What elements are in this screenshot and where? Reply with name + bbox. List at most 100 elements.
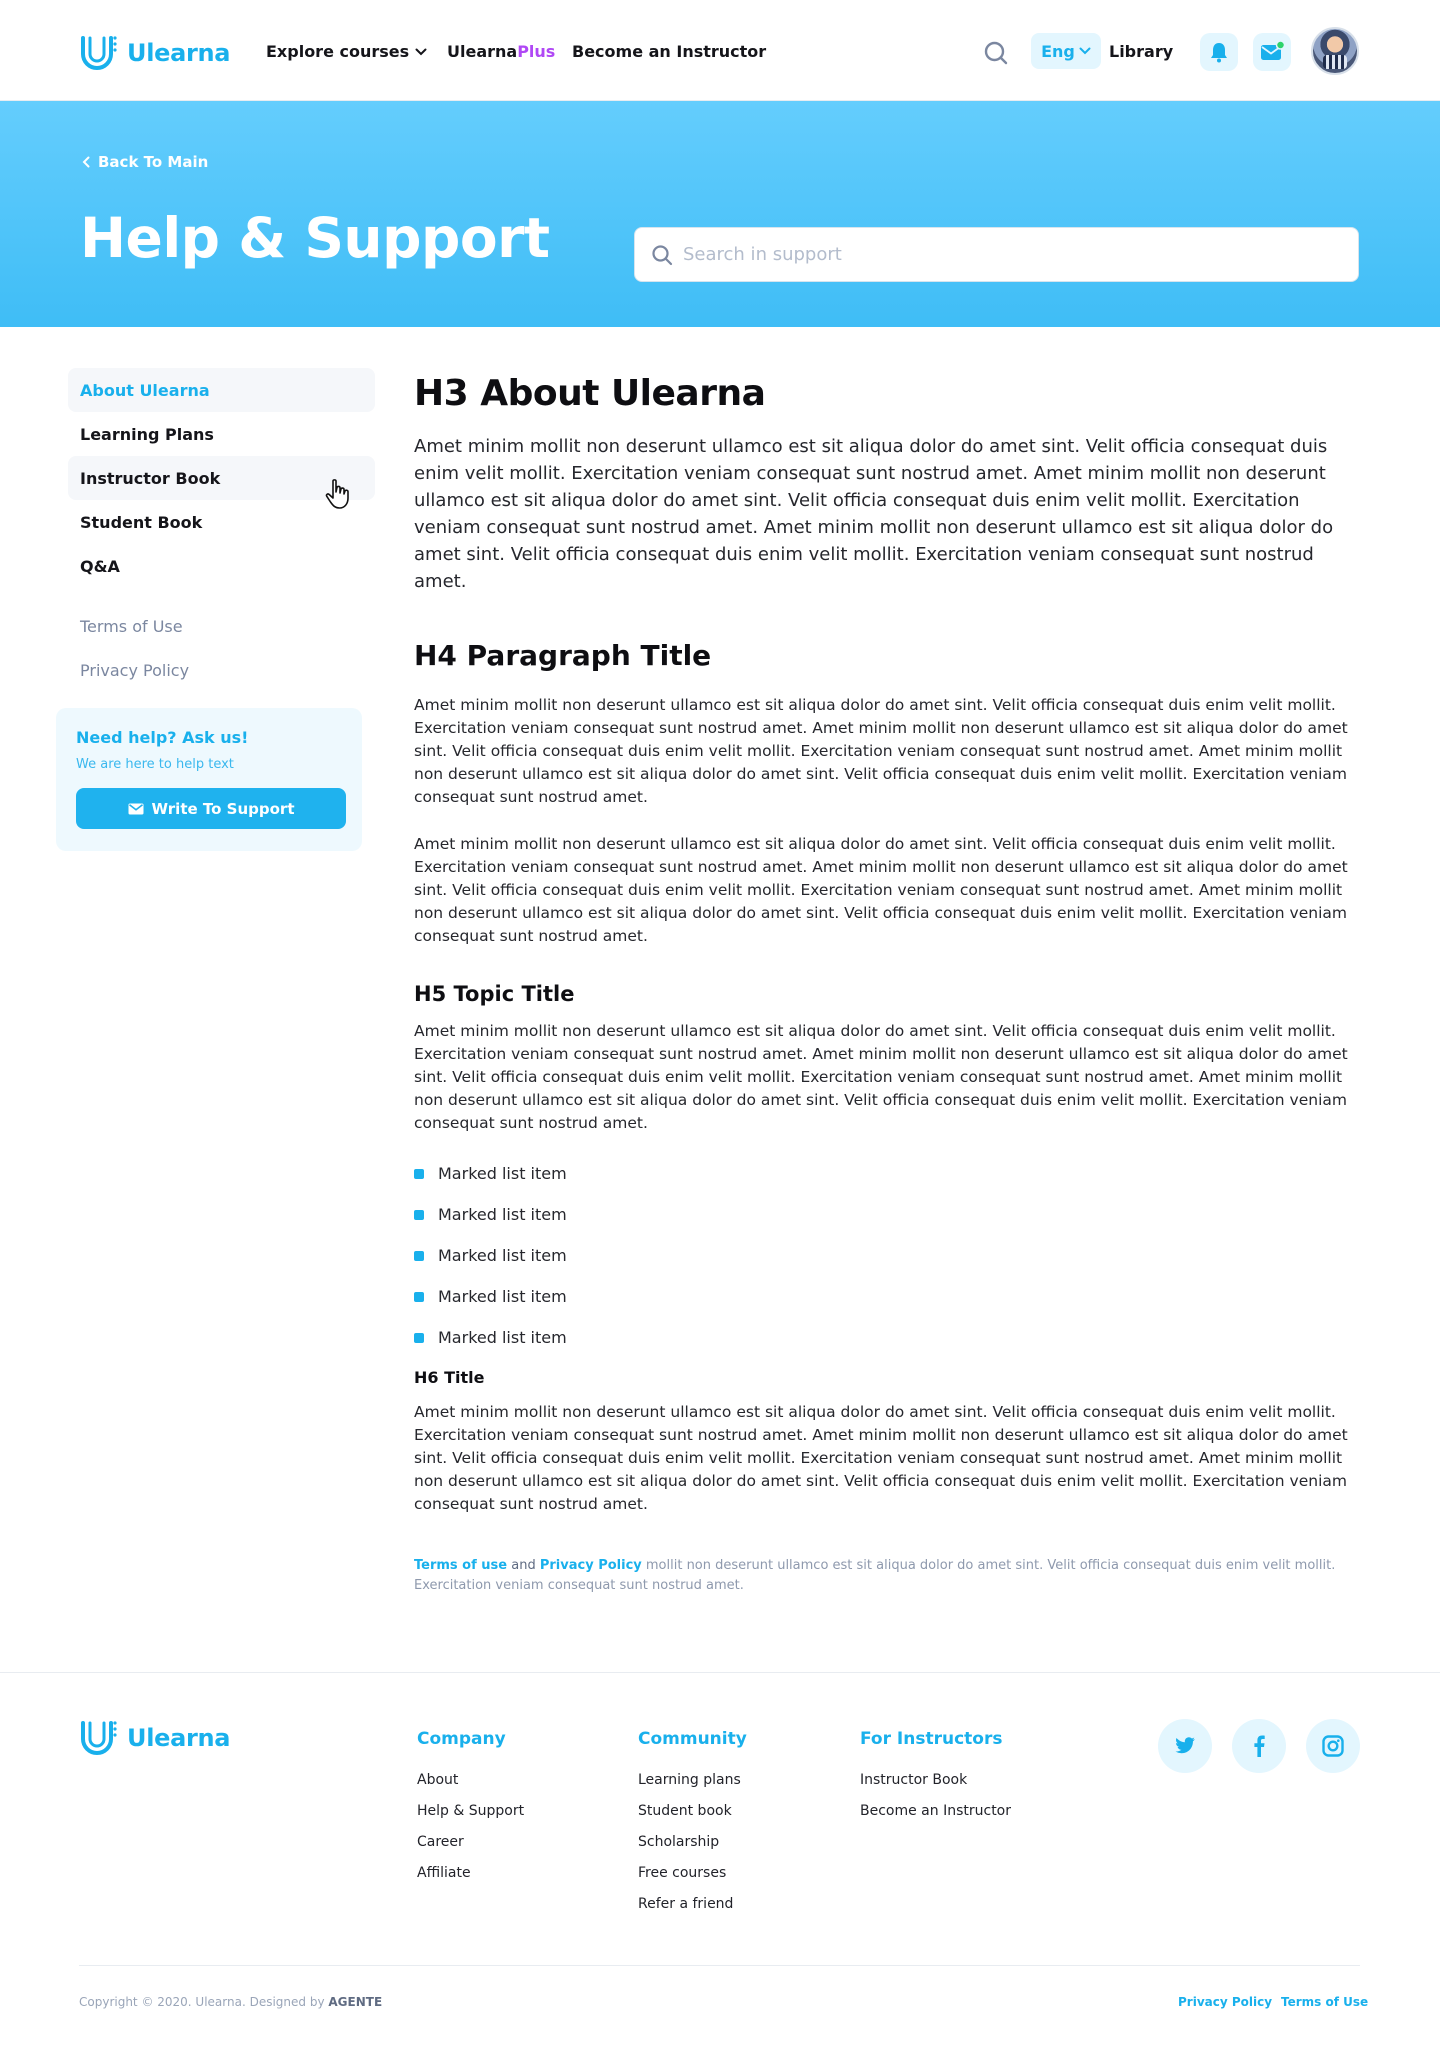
article-lead-paragraph: Amet minim mollit non deserunt ullamco e… [414, 436, 1334, 593]
write-to-support-button[interactable]: Write To Support [76, 788, 346, 829]
nav-plus-main: Ulearna [447, 42, 518, 61]
support-search-input[interactable] [683, 244, 1323, 265]
marked-list: Marked list item Marked list item Marked… [414, 1153, 1360, 1358]
nav-ulearna-plus[interactable]: UlearnaPlus [447, 42, 555, 61]
footer-link-free-courses[interactable]: Free courses [638, 1858, 747, 1889]
bell-icon [1211, 43, 1227, 63]
nav-library[interactable]: Library [1109, 42, 1173, 61]
sidebar-item-terms-of-use[interactable]: Terms of Use [68, 604, 375, 648]
facebook-icon [1254, 1735, 1265, 1757]
envelope-icon [128, 803, 143, 814]
ulearna-logo-icon [81, 36, 117, 70]
list-item: Marked list item [414, 1317, 1360, 1358]
bullet-marker [414, 1209, 424, 1220]
back-to-main-link[interactable]: Back To Main [82, 153, 208, 171]
help-card: Need help? Ask us! We are here to help t… [56, 708, 362, 851]
note-terms-link[interactable]: Terms of use [414, 1558, 507, 1573]
bullet-marker [414, 1332, 424, 1343]
article-heading-h5: H5 Topic Title [414, 982, 575, 1007]
copyright-text: Copyright © 2020. Ulearna. Designed by A… [79, 1995, 382, 2009]
chevron-left-icon [82, 156, 90, 168]
support-sidebar: About Ulearna Learning Plans Instructor … [68, 368, 375, 692]
footer-terms-of-use-link[interactable]: Terms of Use [1281, 1995, 1368, 2009]
search-icon[interactable] [983, 40, 1009, 66]
list-item: Marked list item [414, 1276, 1360, 1317]
note-and-text: and [507, 1558, 540, 1574]
footer-link-refer-friend[interactable]: Refer a friend [638, 1889, 747, 1920]
page-title: Help & Support [80, 206, 550, 270]
article-paragraph: Amet minim mollit non deserunt ullamco e… [414, 1022, 1348, 1133]
footer-column-instructors: For Instructors Instructor Book Become a… [860, 1729, 1011, 1827]
instagram-button[interactable] [1306, 1719, 1360, 1773]
article-heading-h3: H3 About Ulearna [414, 373, 766, 414]
nav-plus-suffix: Plus [517, 42, 556, 61]
footer-link-help-support[interactable]: Help & Support [417, 1796, 524, 1827]
language-value: Eng [1041, 41, 1075, 61]
twitter-button[interactable] [1158, 1719, 1212, 1773]
copyright-prefix: Copyright © 2020. Ulearna. Designed by [79, 1995, 329, 2009]
list-item-text: Marked list item [438, 1205, 567, 1225]
article-paragraph: Amet minim mollit non deserunt ullamco e… [414, 1403, 1348, 1514]
site-footer: Ulearna Company About Help & Support Car… [0, 1672, 1440, 2055]
write-to-support-label: Write To Support [151, 799, 295, 818]
footer-divider [79, 1965, 1360, 1966]
list-item-text: Marked list item [438, 1287, 567, 1307]
footer-link-career[interactable]: Career [417, 1827, 524, 1858]
sidebar-item-learning-plans[interactable]: Learning Plans [68, 412, 375, 456]
footer-column-title: Community [638, 1729, 747, 1749]
list-item: Marked list item [414, 1194, 1360, 1235]
back-link-label: Back To Main [98, 153, 209, 171]
chevron-down-icon [415, 48, 427, 55]
messages-button[interactable] [1253, 33, 1291, 71]
nav-explore-courses[interactable]: Explore courses [266, 42, 427, 61]
twitter-icon [1175, 1737, 1195, 1754]
footer-link-affiliate[interactable]: Affiliate [417, 1858, 524, 1889]
help-card-title: Need help? Ask us! [76, 728, 249, 747]
footer-link-learning-plans[interactable]: Learning plans [638, 1765, 747, 1796]
footer-brand-name: Ulearna [127, 1724, 231, 1752]
designer-name[interactable]: AGENTE [328, 1995, 382, 2009]
top-navigation-bar: Ulearna Explore courses UlearnaPlus Beco… [0, 0, 1440, 101]
support-search-box[interactable] [634, 227, 1359, 282]
mail-icon [1261, 40, 1285, 60]
article-paragraph: Amet minim mollit non deserunt ullamco e… [414, 696, 1348, 807]
footer-column-community: Community Learning plans Student book Sc… [638, 1729, 747, 1920]
brand-name: Ulearna [127, 39, 231, 67]
footer-link-scholarship[interactable]: Scholarship [638, 1827, 747, 1858]
nav-become-instructor[interactable]: Become an Instructor [572, 42, 766, 61]
list-item-text: Marked list item [438, 1246, 567, 1266]
footer-column-company: Company About Help & Support Career Affi… [417, 1729, 524, 1889]
bullet-marker [414, 1250, 424, 1261]
chevron-down-icon [1079, 47, 1091, 55]
footer-brand-logo[interactable]: Ulearna [79, 1719, 231, 1757]
list-item-text: Marked list item [438, 1164, 567, 1184]
legal-note: Terms of use and Privacy Policy mollit n… [414, 1556, 1360, 1596]
sidebar-item-qa[interactable]: Q&A [68, 544, 375, 588]
list-item-text: Marked list item [438, 1328, 567, 1348]
language-selector[interactable]: Eng [1031, 33, 1101, 69]
footer-link-instructor-book[interactable]: Instructor Book [860, 1765, 1011, 1796]
bullet-marker [414, 1168, 424, 1179]
search-icon [652, 244, 673, 265]
page-hero: Back To Main Help & Support [0, 101, 1440, 327]
footer-privacy-policy-link[interactable]: Privacy Policy [1178, 1995, 1272, 2009]
note-privacy-link[interactable]: Privacy Policy [540, 1558, 642, 1573]
list-item: Marked list item [414, 1235, 1360, 1276]
user-avatar[interactable] [1311, 27, 1359, 75]
list-item: Marked list item [414, 1153, 1360, 1194]
sidebar-item-privacy-policy[interactable]: Privacy Policy [68, 648, 375, 692]
facebook-button[interactable] [1232, 1719, 1286, 1773]
article-heading-h4: H4 Paragraph Title [414, 639, 712, 673]
footer-column-title: For Instructors [860, 1729, 1003, 1749]
brand-logo[interactable]: Ulearna [79, 34, 231, 72]
article-heading-h6: H6 Title [414, 1368, 485, 1388]
footer-link-become-instructor[interactable]: Become an Instructor [860, 1796, 1011, 1827]
article-content: H3 About Ulearna Amet minim mollit non d… [414, 372, 1360, 1596]
instagram-icon [1322, 1735, 1344, 1757]
hand-cursor-icon [325, 479, 349, 509]
notifications-button[interactable] [1200, 33, 1238, 71]
sidebar-item-about-ulearna[interactable]: About Ulearna [68, 368, 375, 412]
footer-link-student-book[interactable]: Student book [638, 1796, 747, 1827]
footer-link-about[interactable]: About [417, 1765, 524, 1796]
